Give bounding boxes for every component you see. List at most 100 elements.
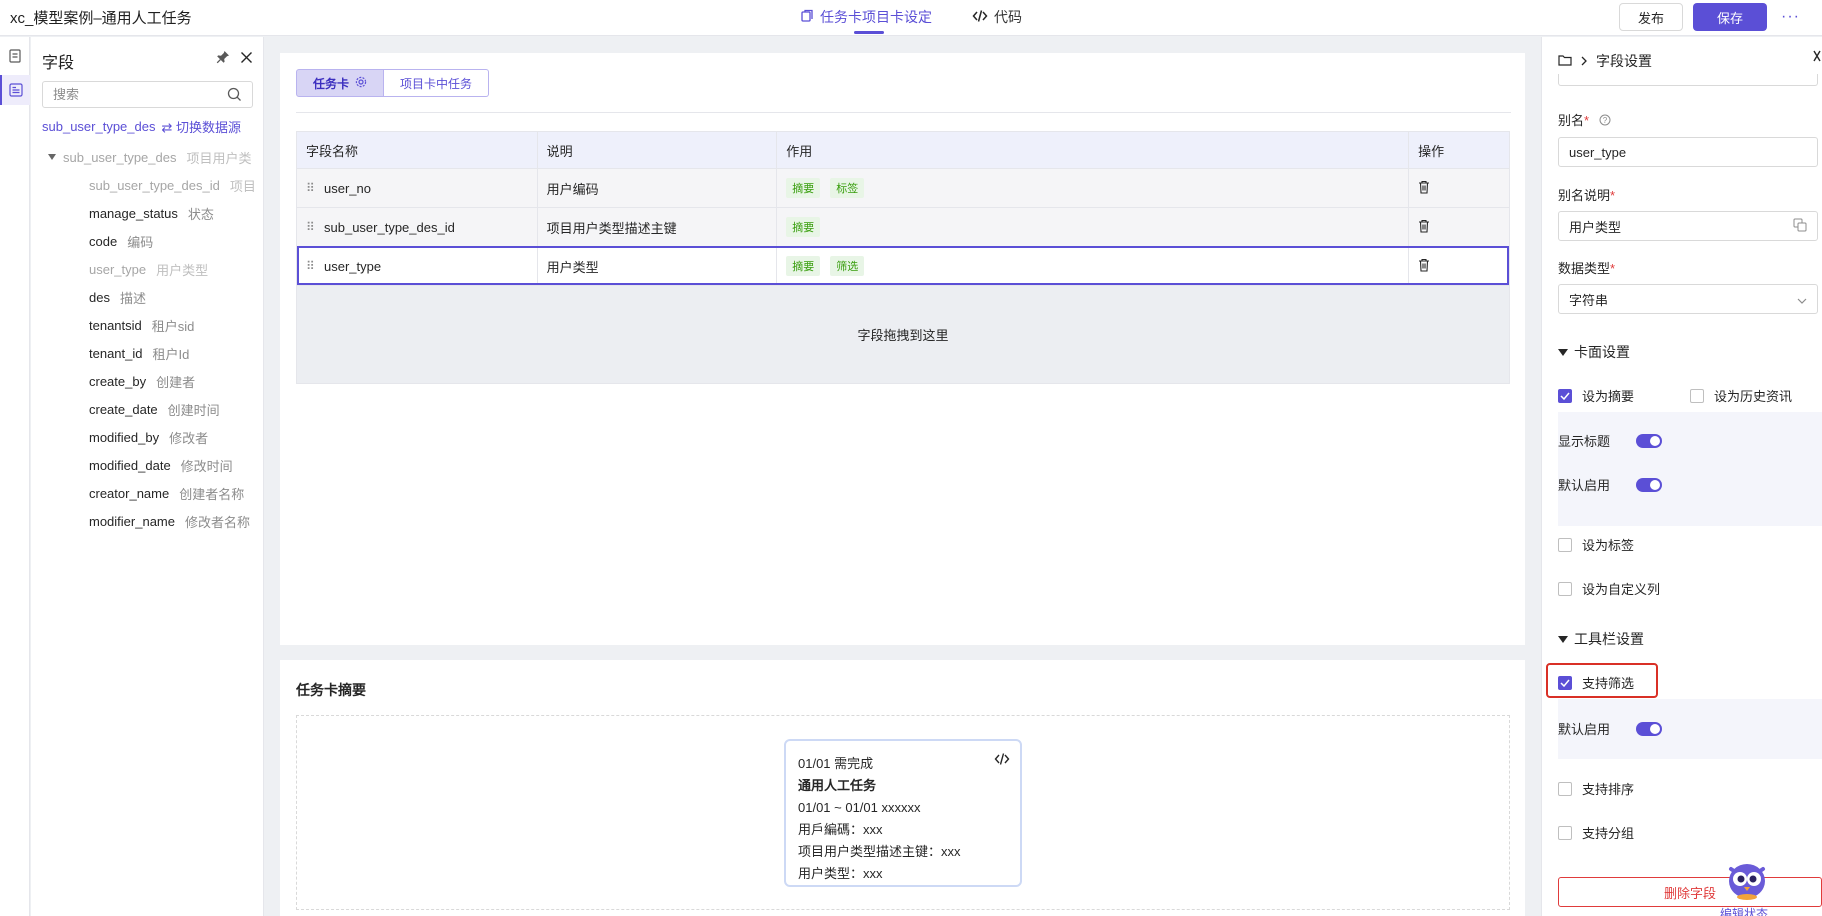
tree-field-item[interactable]: tenant_id 租户Id <box>31 339 264 367</box>
tree-field-desc: 用户类型 <box>156 262 209 278</box>
set-history-checkbox[interactable]: 设为历史资讯 <box>1690 386 1792 405</box>
tab-card-settings[interactable]: 任务卡项目卡设定 <box>800 0 932 34</box>
drag-handle-icon[interactable]: ⠿ <box>306 220 318 234</box>
trash-icon[interactable] <box>1418 180 1430 197</box>
preview-line: 项目用户类型描述主键：xxx <box>798 844 961 859</box>
tree-field-item[interactable]: tenantsid 租户sid <box>31 311 264 339</box>
set-tag-label: 设为标签 <box>1582 538 1635 553</box>
rail-document-icon[interactable] <box>0 41 30 71</box>
support-filter-checkbox[interactable]: 支持筛选 <box>1558 673 1634 692</box>
tree-field-item[interactable]: user_type 用户类型 <box>31 255 264 283</box>
rail-fields-icon[interactable] <box>0 75 30 105</box>
checkbox-icon[interactable] <box>1558 581 1572 596</box>
support-sort-checkbox[interactable]: 支持排序 <box>1558 779 1634 798</box>
card-settings-section[interactable]: 卡面设置 <box>1558 342 1630 362</box>
drag-handle-icon[interactable]: ⠿ <box>306 181 318 195</box>
save-button[interactable]: 保存 <box>1693 3 1768 31</box>
tree-field-name: tenant_id <box>89 345 143 361</box>
tree-field-desc: 状态 <box>187 206 214 222</box>
card-preview[interactable]: 01/01 需完成 通用人工任务 01/01 ~ 01/01 xxxxxx 用戶編碼：… <box>784 739 1022 887</box>
checkbox-icon[interactable] <box>1558 537 1572 552</box>
preview-line: 用戶編碼：xxx <box>798 822 883 837</box>
checkbox-icon[interactable] <box>1558 781 1572 796</box>
app-title: xc_模型案例–通用人工任务 <box>10 10 192 27</box>
trash-icon[interactable] <box>1418 219 1430 236</box>
default-enable-2-switch[interactable] <box>1636 721 1662 736</box>
tree-field-desc: 项目 <box>229 178 256 194</box>
segment-task-card-label: 任务卡 <box>313 76 350 91</box>
summary-sub-panel <box>1558 412 1822 526</box>
search-icon <box>227 87 242 105</box>
support-group-label: 支持分组 <box>1582 826 1635 841</box>
tree-field-item[interactable]: modified_by 修改者 <box>31 423 264 451</box>
checkbox-checked-icon[interactable] <box>1558 675 1572 690</box>
set-custom-col-label: 设为自定义列 <box>1582 582 1661 597</box>
settings-header: 字段设置 <box>1558 51 1652 71</box>
set-history-label: 设为历史资讯 <box>1714 389 1793 404</box>
drag-handle-icon[interactable]: ⠿ <box>306 259 318 273</box>
field-search-input[interactable] <box>42 81 253 108</box>
switch-source-link[interactable]: ⇄ 切换数据源 <box>161 117 241 136</box>
table-row[interactable]: ⠿ user_type 用户类型 摘要 筛选 <box>297 246 1509 285</box>
default-enable-2-row: 默认启用 <box>1558 719 1662 738</box>
set-summary-checkbox[interactable]: 设为摘要 <box>1558 386 1634 405</box>
function-tag: 筛选 <box>830 256 865 276</box>
default-enable-switch[interactable] <box>1636 477 1662 492</box>
tree-field-item[interactable]: code 编码 <box>31 227 264 255</box>
checkbox-icon[interactable] <box>1690 388 1704 403</box>
tree-field-name: tenantsid <box>89 317 142 333</box>
tree-field-item[interactable]: create_by 创建者 <box>31 367 264 395</box>
tree-field-item[interactable]: creator_name 创建者名称 <box>31 479 264 507</box>
gear-icon[interactable] <box>355 76 367 91</box>
tree-field-desc: 租户sid <box>151 318 195 334</box>
tree-field-item[interactable]: modified_date 修改时间 <box>31 451 264 479</box>
cell-function: 摘要 标签 <box>777 169 1410 207</box>
svg-text:?: ? <box>1602 116 1607 125</box>
set-custom-col-checkbox[interactable]: 设为自定义列 <box>1558 579 1660 598</box>
settings-panel: 字段设置 别名* ? 别名说明* 用户类型 数据类型* 字符串 卡面设置 <box>1541 37 1822 916</box>
pin-icon[interactable] <box>216 50 230 67</box>
chevron-down-icon <box>1797 292 1807 307</box>
toolbar-settings-section-label: 工具栏设置 <box>1574 631 1644 647</box>
show-title-switch[interactable] <box>1636 433 1662 448</box>
tree-field-name: creator_name <box>89 485 170 501</box>
publish-button[interactable]: 发布 <box>1618 3 1683 31</box>
tree-field-name: modified_by <box>89 429 160 445</box>
tree-root[interactable]: sub_user_type_des 项目用户类 <box>31 143 264 171</box>
tree-field-item[interactable]: create_date 创建时间 <box>31 395 264 423</box>
caret-down-icon[interactable] <box>48 154 56 160</box>
show-title-label: 显示标题 <box>1558 434 1611 449</box>
toolbar-settings-section[interactable]: 工具栏设置 <box>1558 629 1644 649</box>
delete-field-button[interactable]: 删除字段 <box>1558 877 1822 907</box>
tree-field-item[interactable]: sub_user_type_des_id 项目 <box>31 171 264 199</box>
close-settings-icon[interactable] <box>1812 49 1822 68</box>
alias-input[interactable] <box>1558 137 1818 167</box>
trash-icon[interactable] <box>1418 258 1430 275</box>
table-row[interactable]: ⠿ user_no 用户编码 摘要 标签 <box>297 168 1509 207</box>
code-icon[interactable] <box>994 751 1010 773</box>
help-icon[interactable]: ? <box>1599 114 1611 129</box>
tree-field-item[interactable]: manage_status 状态 <box>31 199 264 227</box>
checkbox-icon[interactable] <box>1558 825 1572 840</box>
alias-desc-input[interactable]: 用户类型 <box>1558 211 1818 241</box>
table-row[interactable]: ⠿ sub_user_type_des_id 项目用户类型描述主键 摘要 <box>297 207 1509 246</box>
close-icon[interactable] <box>240 51 253 67</box>
more-icon[interactable]: ··· <box>1777 8 1804 26</box>
cell-description: 用户类型 <box>538 247 778 285</box>
tab-code[interactable]: 代码 <box>972 0 1022 32</box>
tree-field-item[interactable]: modifier_name 修改者名称 <box>31 507 264 535</box>
tree-field-item[interactable]: des 描述 <box>31 283 264 311</box>
data-type-select[interactable]: 字符串 <box>1558 284 1818 314</box>
checkbox-checked-icon[interactable] <box>1558 388 1572 403</box>
default-enable-label: 默认启用 <box>1558 478 1611 493</box>
preview-lines: 01/01 需完成 通用人工任务 01/01 ~ 01/01 xxxxxx 用戶編碼：… <box>798 753 1008 885</box>
tab-code-label: 代码 <box>994 9 1022 25</box>
owl-mascot-icon[interactable] <box>1725 857 1769 901</box>
segment-project-task[interactable]: 项目卡中任务 <box>384 69 490 97</box>
translate-icon[interactable] <box>1793 218 1807 235</box>
set-tag-checkbox[interactable]: 设为标签 <box>1558 535 1634 554</box>
drop-zone[interactable]: 字段拖拽到这里 <box>297 285 1509 383</box>
support-group-checkbox[interactable]: 支持分组 <box>1558 823 1634 842</box>
segment-task-card[interactable]: 任务卡 <box>296 69 385 97</box>
table-body: ⠿ user_no 用户编码 摘要 标签 ⠿ sub_user_type_des_id 项目用… <box>297 168 1509 285</box>
